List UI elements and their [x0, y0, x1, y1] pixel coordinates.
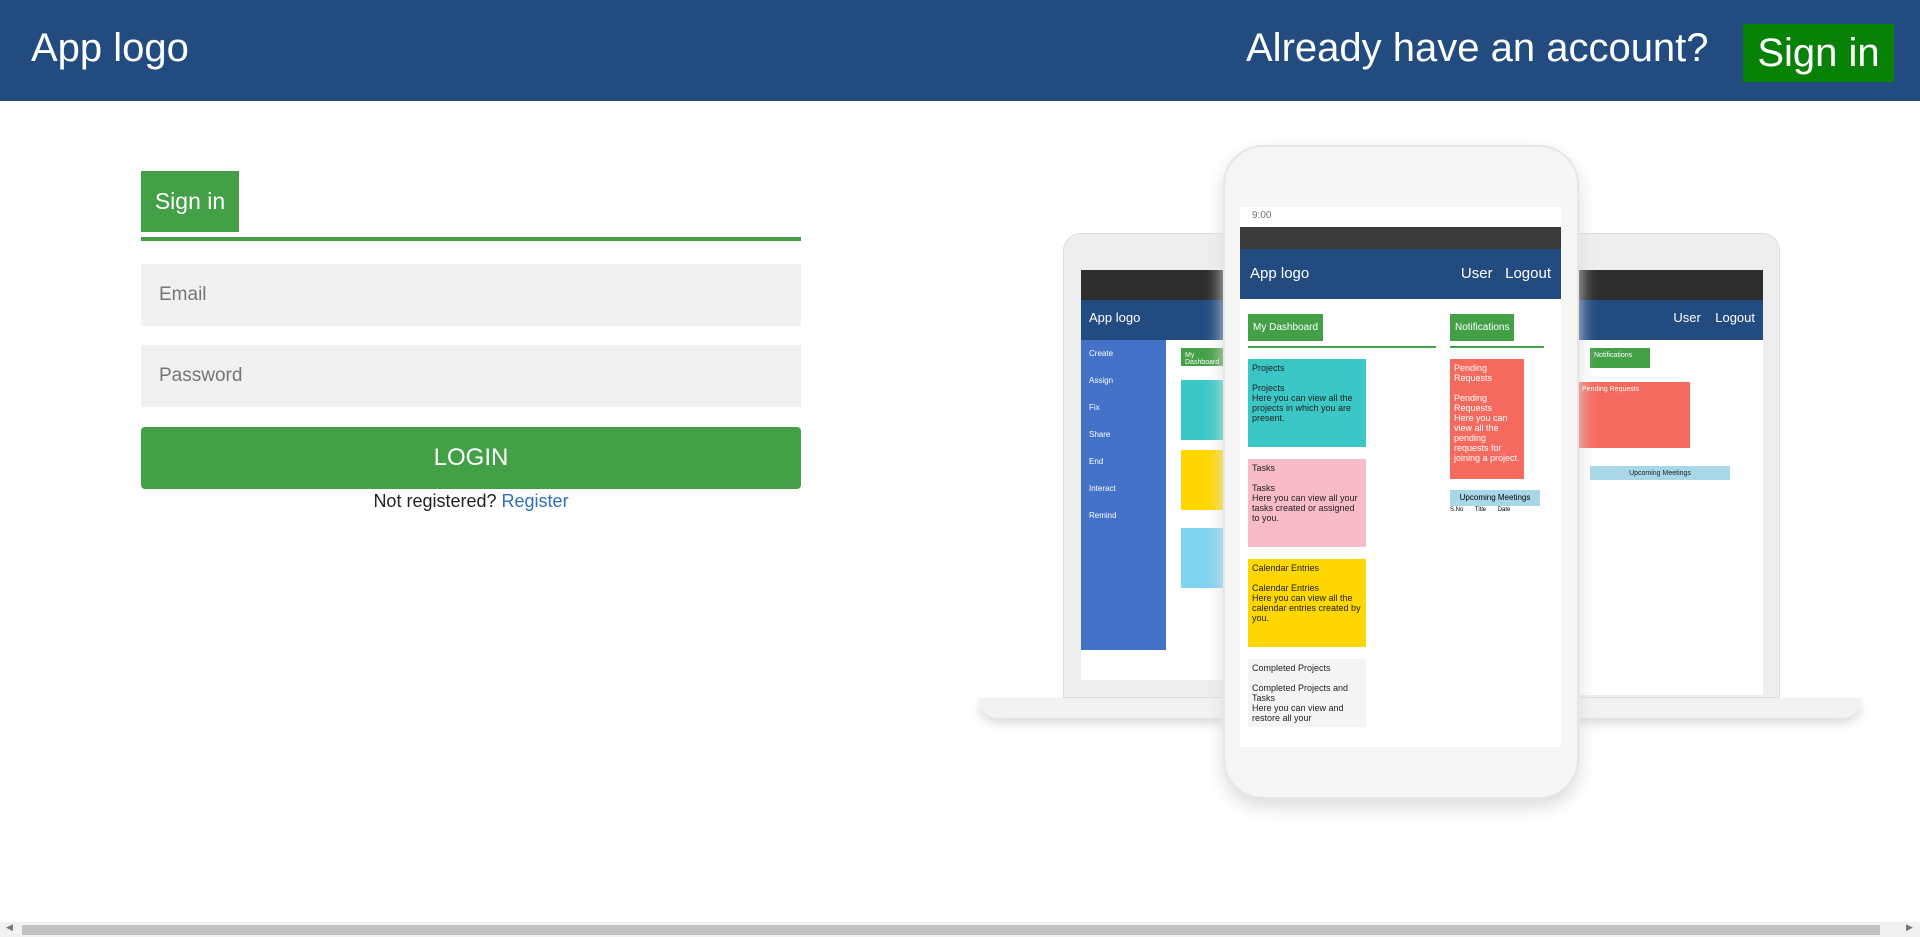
phone-notifications-tab: Notifications [1450, 314, 1515, 341]
laptop-card-calendar [1181, 450, 1225, 510]
phone-user: User [1460, 265, 1493, 282]
card-header: Calendar Entries [1252, 563, 1320, 573]
phone-dashboard-tab: My Dashboard [1248, 314, 1324, 341]
card-text: Here you can view and restore all your [1252, 703, 1344, 723]
card-title: Calendar Entries [1252, 583, 1320, 593]
menu-item: Create [1089, 349, 1114, 358]
laptop-app-header: App logo [1081, 300, 1241, 340]
card-header: Tasks [1252, 463, 1276, 473]
phone-app-header: App logo User Logout [1240, 249, 1561, 299]
email-field[interactable] [141, 264, 801, 326]
laptop-logout: Logout [1715, 310, 1755, 325]
phone-logout: Logout [1505, 265, 1551, 282]
browser-chrome [1081, 270, 1241, 300]
laptop-screen-right: User Logout Notifications Pending Reques… [1578, 270, 1763, 695]
meeting-col: Title [1474, 507, 1487, 513]
tab-underline [141, 237, 801, 241]
card-text: Here you can view all the pending reques… [1454, 413, 1520, 463]
laptop-meetings: Upcoming Meetings [1590, 466, 1730, 480]
laptop-sidebar: Create Assign Fix Share End Interact Rem… [1081, 340, 1166, 650]
phone-logo: App logo [1250, 265, 1310, 282]
laptop-card-projects [1181, 380, 1225, 440]
card-title: Projects [1252, 383, 1285, 393]
card-title: Pending Requests [1454, 393, 1493, 413]
phone-card-projects: Projects Projects Here you can view all … [1248, 359, 1366, 447]
menu-item: Share [1089, 430, 1111, 439]
phone-frame: 9:00 App logo User Logout My Dashboard N… [1223, 145, 1579, 799]
phone-status-time: 9:00 [1252, 210, 1272, 221]
laptop-notifications: Notifications [1590, 348, 1650, 368]
login-button[interactable]: LOGIN [141, 427, 801, 489]
phone-card-calendar: Calendar Entries Calendar Entries Here y… [1248, 559, 1366, 647]
laptop-app-header-right: User Logout [1578, 300, 1763, 340]
browser-chrome [1578, 270, 1763, 300]
register-link[interactable]: Register [502, 491, 569, 511]
card-text: Here you can view all your tasks created… [1252, 493, 1358, 523]
card-title: Tasks [1252, 483, 1276, 493]
scrollbar-thumb[interactable] [22, 925, 1880, 935]
not-registered-text: Not registered? [373, 491, 497, 511]
meeting-col: S.No [1450, 507, 1464, 513]
meeting-col: Date [1497, 507, 1511, 513]
card-header: Completed Projects [1252, 663, 1331, 673]
card-header: Projects [1252, 363, 1285, 373]
phone-meetings: Upcoming Meetings [1450, 490, 1540, 506]
phone-card-pending: Pending Requests Pending Requests Here y… [1450, 359, 1524, 479]
phone-dashboard-line [1248, 346, 1436, 348]
phone-url-bar [1240, 227, 1561, 249]
phone-notifications-line [1450, 346, 1544, 348]
scroll-left-icon[interactable]: ◀ [6, 922, 13, 933]
menu-item: Interact [1089, 484, 1116, 493]
top-navbar: App logo Already have an account? Sign i… [0, 0, 1920, 101]
laptop-card-resources [1181, 528, 1225, 588]
menu-item: Assign [1089, 376, 1114, 385]
app-logo[interactable]: App logo [31, 26, 189, 71]
phone-meetings-table: S.No Title Date [1450, 507, 1540, 513]
card-text: Here you can view all the calendar entri… [1252, 593, 1361, 623]
card-text: Here you can view all the projects in wh… [1252, 393, 1353, 423]
laptop-screen-left: App logo Create Assign Fix Share End Int… [1081, 270, 1241, 680]
header-signin-button[interactable]: Sign in [1743, 24, 1894, 82]
password-field[interactable] [141, 345, 801, 407]
menu-item: Fix [1089, 403, 1100, 412]
laptop-pending: Pending Requests [1578, 382, 1690, 448]
phone-card-completed: Completed Projects Completed Projects an… [1248, 659, 1366, 727]
register-row: Not registered? Register [141, 491, 801, 512]
card-header: Pending Requests [1454, 363, 1493, 383]
menu-item: End [1089, 457, 1104, 466]
tab-signin[interactable]: Sign in [141, 171, 239, 232]
account-prompt: Already have an account? [1246, 26, 1709, 70]
laptop-user: User [1673, 310, 1701, 325]
device-mockup-image: App logo Create Assign Fix Share End Int… [978, 145, 1862, 815]
phone-card-tasks: Tasks Tasks Here you can view all your t… [1248, 459, 1366, 547]
phone-screen: 9:00 App logo User Logout My Dashboard N… [1240, 207, 1561, 747]
menu-item: Remind [1089, 511, 1117, 520]
laptop-dashboard-label: My Dashboard [1181, 348, 1227, 366]
scroll-right-icon[interactable]: ▶ [1906, 922, 1913, 933]
card-title: Completed Projects and Tasks [1252, 683, 1349, 703]
